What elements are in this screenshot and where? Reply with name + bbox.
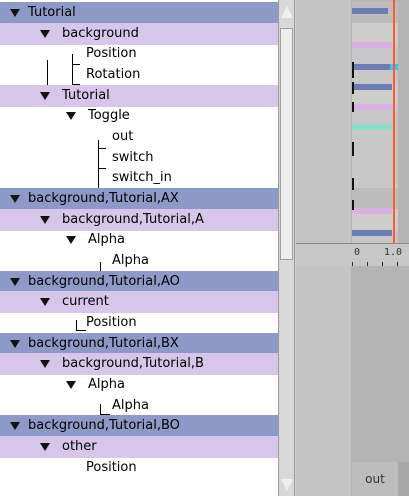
triangle-down-icon[interactable] [40,443,50,451]
keyframe-marker[interactable] [352,62,354,78]
timeline-track[interactable] [352,167,398,189]
tree-row[interactable]: background,Tutorial,AO [0,271,278,293]
tree-row-label: background [62,26,139,41]
tree-row[interactable]: Toggle [0,105,278,127]
triangle-down-icon[interactable] [40,30,50,38]
vertical-scrollbar[interactable] [278,0,295,496]
keyframe-segment[interactable] [352,104,392,110]
keyframe-segment[interactable] [352,124,392,130]
tree-row-label: other [62,439,97,454]
tree-row[interactable]: Position [0,43,278,65]
tree-row[interactable]: background,Tutorial,A [0,209,278,231]
triangle-down-icon[interactable] [10,278,20,286]
tree-row[interactable]: Tutorial [0,85,278,107]
arrow-down-icon[interactable] [281,479,293,491]
keyframe-segment[interactable] [352,208,392,214]
keyframe-segment[interactable] [352,84,392,90]
tree-row[interactable]: Alpha [0,229,278,251]
timeline-track[interactable] [352,147,398,169]
keyframe-segment[interactable] [352,64,392,70]
layer-tree: Tutorial background Position Rotation Tutori… [0,0,278,496]
tree-row-label: Tutorial [62,88,110,103]
keyframe-marker[interactable] [352,178,354,190]
triangle-down-icon[interactable] [66,381,76,389]
tree-row[interactable]: current [0,291,278,313]
tree-row[interactable]: switch [0,147,278,169]
tree-row-label: Alpha [112,398,149,413]
tree-row-label: Toggle [88,108,130,123]
timeline-track[interactable] [352,188,398,210]
tree-row[interactable]: Alpha [0,250,278,272]
keyframe-segment[interactable] [352,42,392,48]
keyframe-marker[interactable] [352,82,354,94]
tree-row[interactable]: Tutorial [0,2,278,24]
tree-row-label: Tutorial [28,5,76,20]
time-ruler[interactable]: 0 1.0 [296,243,409,266]
keyframe-segment[interactable] [352,230,392,236]
keyframe-marker[interactable] [352,102,354,112]
tree-row-label: background,Tutorial,BO [28,418,180,433]
triangle-down-icon[interactable] [40,360,50,368]
tree-row[interactable]: background,Tutorial,BX [0,333,278,355]
tree-row-label: out [112,129,134,144]
triangle-down-icon[interactable] [66,236,76,244]
keyframe-segment[interactable] [352,8,388,14]
tree-row-label: background,Tutorial,B [62,356,204,371]
ruler-tick [367,262,368,266]
ruler-tick [352,262,353,266]
tree-row-label: Rotation [86,67,141,82]
playhead-marker[interactable] [393,0,395,246]
keyframe-marker[interactable] [352,200,354,210]
tree-row-label: Alpha [88,232,125,247]
timeline-out-edge [398,462,409,496]
tree-row[interactable]: Alpha [0,395,278,417]
ruler-label: 0 [354,247,361,258]
tree-row[interactable]: background [0,23,278,45]
ruler-tick [382,262,383,266]
timeline-panel[interactable]: 0 1.0 out [296,0,409,496]
tree-row-label: background,Tutorial,AO [28,274,180,289]
arrow-up-icon[interactable] [281,6,293,18]
scrollbar-thumb[interactable] [280,28,293,260]
triangle-down-icon[interactable] [40,92,50,100]
triangle-down-icon[interactable] [10,9,20,17]
tree-row-label: Position [86,46,137,61]
tree-row[interactable]: background,Tutorial,AX [0,188,278,210]
tree-row-label: Alpha [112,253,149,268]
tree-row[interactable]: Alpha [0,374,278,396]
tree-row[interactable]: Rotation [0,64,278,86]
tree-row-label: switch_in [112,170,172,185]
tree-row[interactable]: background,Tutorial,BO [0,415,278,437]
tree-row[interactable]: other [0,436,278,458]
tree-row[interactable]: Position [0,312,278,334]
tree-row-label: Position [86,315,137,330]
tree-row[interactable]: switch_in [0,167,278,189]
triangle-down-icon[interactable] [40,216,50,224]
tree-row-label: background,Tutorial,BX [28,336,179,351]
tree-row-label: background,Tutorial,AX [28,191,179,206]
tree-row-label: Alpha [88,377,125,392]
triangle-down-icon[interactable] [10,195,20,203]
triangle-down-icon[interactable] [40,298,50,306]
tree-row-label: Position [86,460,137,475]
tree-row-label: background,Tutorial,A [62,212,204,227]
triangle-down-icon[interactable] [66,112,76,120]
tree-row-label: current [62,294,109,309]
tree-row[interactable]: background,Tutorial,B [0,353,278,375]
tree-row-label: switch [112,150,154,165]
triangle-down-icon[interactable] [10,340,20,348]
timeline-out-label: out [352,462,398,496]
ruler-label: 1.0 [384,247,403,258]
tree-row[interactable]: out [0,126,278,148]
ruler-tick [397,262,398,266]
triangle-down-icon[interactable] [10,422,20,430]
tree-row[interactable]: Position [0,457,278,479]
keyframe-marker[interactable] [352,142,354,156]
